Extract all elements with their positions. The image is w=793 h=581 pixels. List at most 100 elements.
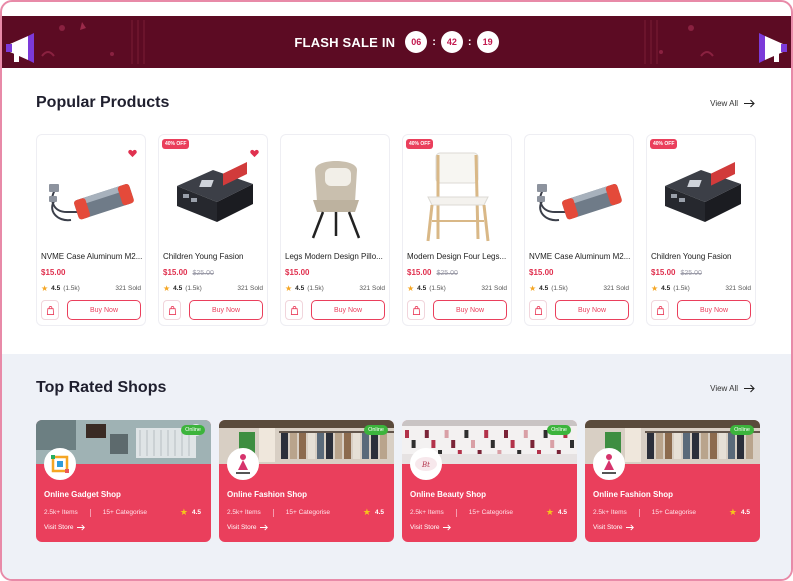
visit-store-link[interactable]: Visit Store xyxy=(227,524,268,531)
shop-category-count: 15+ Categorise xyxy=(651,509,697,516)
product-card[interactable]: Legs Modern Design Pillo... $15.00 ★ 4.5… xyxy=(280,134,390,326)
visit-store-link[interactable]: Visit Store xyxy=(410,524,451,531)
shop-rating: ★ 4.5 xyxy=(729,507,750,518)
product-name[interactable]: NVME Case Aluminum M2... xyxy=(529,252,631,261)
timer-separator: : xyxy=(467,36,472,48)
arrow-right-icon xyxy=(259,524,268,531)
shop-name[interactable]: Online Beauty Shop xyxy=(410,490,486,499)
review-count: (1.5k) xyxy=(63,285,80,292)
product-actions: Buy Now xyxy=(163,300,263,320)
star-icon: ★ xyxy=(407,284,415,293)
product-old-price: $25.00 xyxy=(436,270,458,277)
view-all-shops-link[interactable]: View All xyxy=(710,384,755,393)
timer-separator: : xyxy=(432,36,436,48)
buy-now-button[interactable]: Buy Now xyxy=(433,300,507,320)
shop-category-count: 15+ Categorise xyxy=(468,509,514,516)
shop-logo: Bt xyxy=(410,448,442,480)
shop-logo xyxy=(44,448,76,480)
shop-name[interactable]: Online Gadget Shop xyxy=(44,490,121,499)
star-icon: ★ xyxy=(545,507,554,517)
shopping-bag-icon[interactable] xyxy=(529,300,547,320)
shop-item-count: 2.5k+ Items xyxy=(227,509,261,516)
star-icon: ★ xyxy=(728,507,737,517)
star-icon: ★ xyxy=(651,284,659,293)
star-icon: ★ xyxy=(529,284,537,293)
price-row: $15.00 xyxy=(285,268,309,277)
star-icon: ★ xyxy=(179,507,188,517)
heart-icon[interactable] xyxy=(128,145,137,158)
shop-card[interactable]: Online Online Gadget Shop 2.5k+ Items 15… xyxy=(36,420,211,542)
wooden-chair-icon[interactable] xyxy=(409,145,507,245)
rating-value: 4.5 xyxy=(417,285,427,292)
mini-pc-icon[interactable] xyxy=(653,145,751,245)
product-actions: Buy Now xyxy=(651,300,751,320)
product-card[interactable]: 40% OFF Children Young Fasion $15.00 $25… xyxy=(646,134,756,326)
discount-badge: 40% OFF xyxy=(162,139,190,149)
arrow-right-icon xyxy=(744,384,755,392)
shop-rating-value: 4.5 xyxy=(191,509,201,516)
product-name[interactable]: Modern Design Four Legs... xyxy=(407,252,509,261)
review-count: (1.5k) xyxy=(673,285,690,292)
shop-category-count: 15+ Categorise xyxy=(285,509,331,516)
shop-name[interactable]: Online Fashion Shop xyxy=(227,490,307,499)
product-name[interactable]: Children Young Fasion xyxy=(163,252,265,261)
product-old-price: $25.00 xyxy=(680,270,702,277)
visit-store-link[interactable]: Visit Store xyxy=(44,524,85,531)
timer-minutes: 42 xyxy=(440,31,463,53)
view-all-products-link[interactable]: View All xyxy=(710,99,755,108)
shopping-bag-icon[interactable] xyxy=(651,300,669,320)
product-price: $15.00 xyxy=(529,268,554,277)
review-count: (1.5k) xyxy=(185,285,202,292)
rating-row: ★ 4.5 (1.5k) 321 Sold xyxy=(651,284,751,293)
review-count: (1.5k) xyxy=(551,285,568,292)
star-icon: ★ xyxy=(362,507,371,517)
shop-card[interactable]: Online Bt Online Beauty Shop 2.5k+ Items… xyxy=(402,420,577,542)
arrow-right-icon xyxy=(744,99,755,107)
visit-store-link[interactable]: Visit Store xyxy=(593,524,634,531)
product-price: $15.00 xyxy=(285,268,310,277)
buy-now-button[interactable]: Buy Now xyxy=(555,300,629,320)
visit-store-label: Visit Store xyxy=(410,524,440,531)
mini-pc-icon[interactable] xyxy=(165,145,263,245)
shopping-bag-icon[interactable] xyxy=(285,300,303,320)
product-actions: Buy Now xyxy=(41,300,141,320)
shopping-bag-icon[interactable] xyxy=(41,300,59,320)
shop-card[interactable]: Online Online Fashion Shop 2.5k+ Items 1… xyxy=(585,420,760,542)
ssd-case-icon[interactable] xyxy=(531,145,629,245)
product-name[interactable]: Children Young Fasion xyxy=(651,252,753,261)
lounge-chair-icon[interactable] xyxy=(287,145,385,245)
rating-value: 4.5 xyxy=(51,285,61,292)
product-card[interactable]: NVME Case Aluminum M2... $15.00 ★ 4.5 (1… xyxy=(524,134,634,326)
shop-stats: 2.5k+ Items 15+ Categorise ★ 4.5 xyxy=(410,507,567,518)
shop-name[interactable]: Online Fashion Shop xyxy=(593,490,673,499)
megaphone-icon xyxy=(759,33,787,63)
product-card[interactable]: 40% OFF Children Young Fasion $15.00 $25… xyxy=(158,134,268,326)
discount-badge: 40% OFF xyxy=(406,139,434,149)
buy-now-button[interactable]: Buy Now xyxy=(677,300,751,320)
heart-icon[interactable] xyxy=(250,145,259,158)
shopping-bag-icon[interactable] xyxy=(163,300,181,320)
product-actions: Buy Now xyxy=(529,300,629,320)
online-status-badge: Online xyxy=(547,425,571,435)
product-card[interactable]: NVME Case Aluminum M2... $15.00 ★ 4.5 (1… xyxy=(36,134,146,326)
sold-count: 321 Sold xyxy=(725,285,751,292)
online-status-badge: Online xyxy=(730,425,754,435)
divider xyxy=(272,508,274,517)
visit-store-label: Visit Store xyxy=(227,524,257,531)
view-all-label: View All xyxy=(710,98,738,108)
shop-card[interactable]: Online Online Fashion Shop 2.5k+ Items 1… xyxy=(219,420,394,542)
ssd-case-icon[interactable] xyxy=(43,145,141,245)
buy-now-button[interactable]: Buy Now xyxy=(311,300,385,320)
shopping-bag-icon[interactable] xyxy=(407,300,425,320)
shop-rating-value: 4.5 xyxy=(557,509,567,516)
arrow-right-icon xyxy=(625,524,634,531)
product-card[interactable]: 40% OFF Modern Design Four Legs... $15.0… xyxy=(402,134,512,326)
shop-rating: ★ 4.5 xyxy=(546,507,567,518)
buy-now-button[interactable]: Buy Now xyxy=(189,300,263,320)
product-name[interactable]: NVME Case Aluminum M2... xyxy=(41,252,143,261)
sold-count: 321 Sold xyxy=(481,285,507,292)
buy-now-button[interactable]: Buy Now xyxy=(67,300,141,320)
product-actions: Buy Now xyxy=(285,300,385,320)
sold-count: 321 Sold xyxy=(115,285,141,292)
product-name[interactable]: Legs Modern Design Pillo... xyxy=(285,252,387,261)
